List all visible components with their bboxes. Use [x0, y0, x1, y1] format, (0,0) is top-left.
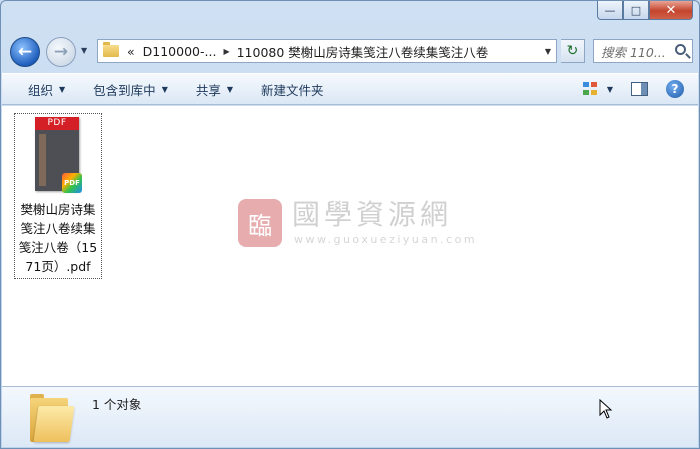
- preview-pane-icon[interactable]: [631, 82, 648, 96]
- watermark: 臨 國學資源網 www.guoxueziyuan.com: [238, 198, 475, 249]
- breadcrumb-item-current[interactable]: 110080 樊榭山房诗集笺注八卷续集笺注八卷: [237, 42, 489, 61]
- watermark-url: www.guoxueziyuan.com: [294, 233, 478, 246]
- file-name[interactable]: 樊榭山房诗集笺注八卷续集笺注八卷（1571页）.pdf: [15, 200, 101, 276]
- recent-pages-dropdown-icon[interactable]: ▼: [81, 46, 87, 55]
- item-count: 1 个对象: [92, 397, 142, 412]
- navigation-bar: ← → ▼ « D110000-... ▶ 110080 樊榭山房诗集笺注八卷续…: [1, 31, 699, 69]
- chevron-down-icon: ▼: [161, 84, 168, 94]
- new-folder-label: 新建文件夹: [261, 82, 324, 98]
- maximize-button[interactable]: □: [623, 1, 649, 20]
- view-options-dropdown-icon[interactable]: ▼: [607, 85, 613, 94]
- search-icon[interactable]: [675, 44, 686, 55]
- chevron-down-icon: ▼: [226, 84, 234, 94]
- chevron-right-icon[interactable]: ▶: [223, 47, 229, 56]
- address-dropdown-icon[interactable]: ▼: [545, 47, 551, 56]
- search-box[interactable]: 搜索 110...: [593, 39, 693, 63]
- organize-menu[interactable]: 组织 ▼: [2, 74, 79, 104]
- pdf-file-icon: PDF PDF: [35, 117, 82, 193]
- file-item[interactable]: PDF PDF 樊榭山房诗集笺注八卷续集笺注八卷（1571页）.pdf: [14, 113, 102, 279]
- help-icon[interactable]: ?: [666, 80, 684, 98]
- forward-button[interactable]: →: [46, 37, 76, 67]
- folder-icon: [103, 42, 119, 57]
- chevron-down-icon: ▼: [59, 84, 66, 94]
- refresh-button[interactable]: ↻: [561, 39, 585, 63]
- file-list-area[interactable]: PDF PDF 樊榭山房诗集笺注八卷续集笺注八卷（1571页）.pdf 臨 國學…: [2, 106, 698, 386]
- command-bar: 组织 ▼ 包含到库中 ▼ 共享 ▼ 新建文件夹 ▼ ?: [2, 73, 698, 105]
- search-input[interactable]: 搜索 110...: [601, 42, 666, 61]
- watermark-seal-icon: 臨: [238, 199, 282, 247]
- address-bar[interactable]: « D110000-... ▶ 110080 樊榭山房诗集笺注八卷续集笺注八卷 …: [97, 39, 557, 63]
- breadcrumb-overflow[interactable]: «: [127, 44, 135, 59]
- folder-icon: [30, 394, 75, 442]
- watermark-title: 國學資源網: [292, 198, 453, 231]
- pdf-band-label: PDF: [35, 117, 79, 130]
- share-menu[interactable]: 共享 ▼: [182, 74, 247, 104]
- toolbar-right: ▼ ?: [582, 74, 698, 104]
- caption-buttons: — □ ✕: [597, 1, 693, 20]
- change-view-icon[interactable]: [582, 82, 599, 96]
- close-button[interactable]: ✕: [649, 1, 693, 20]
- minimize-button[interactable]: —: [597, 1, 623, 20]
- details-pane: 1 个对象: [2, 386, 698, 447]
- new-folder-button[interactable]: 新建文件夹: [247, 74, 338, 104]
- include-in-library-label: 包含到库中: [93, 82, 156, 98]
- mouse-cursor-icon: [599, 399, 613, 419]
- share-label: 共享: [195, 82, 221, 98]
- back-button[interactable]: ←: [10, 37, 40, 67]
- explorer-window: — □ ✕ ← → ▼ « D110000-... ▶ 110080 樊榭山房诗…: [0, 0, 700, 449]
- organize-label: 组织: [28, 82, 54, 98]
- breadcrumb-item-parent[interactable]: D110000-...: [143, 44, 217, 59]
- pdf-app-badge-icon: PDF: [62, 173, 82, 193]
- include-in-library-menu[interactable]: 包含到库中 ▼: [79, 74, 182, 104]
